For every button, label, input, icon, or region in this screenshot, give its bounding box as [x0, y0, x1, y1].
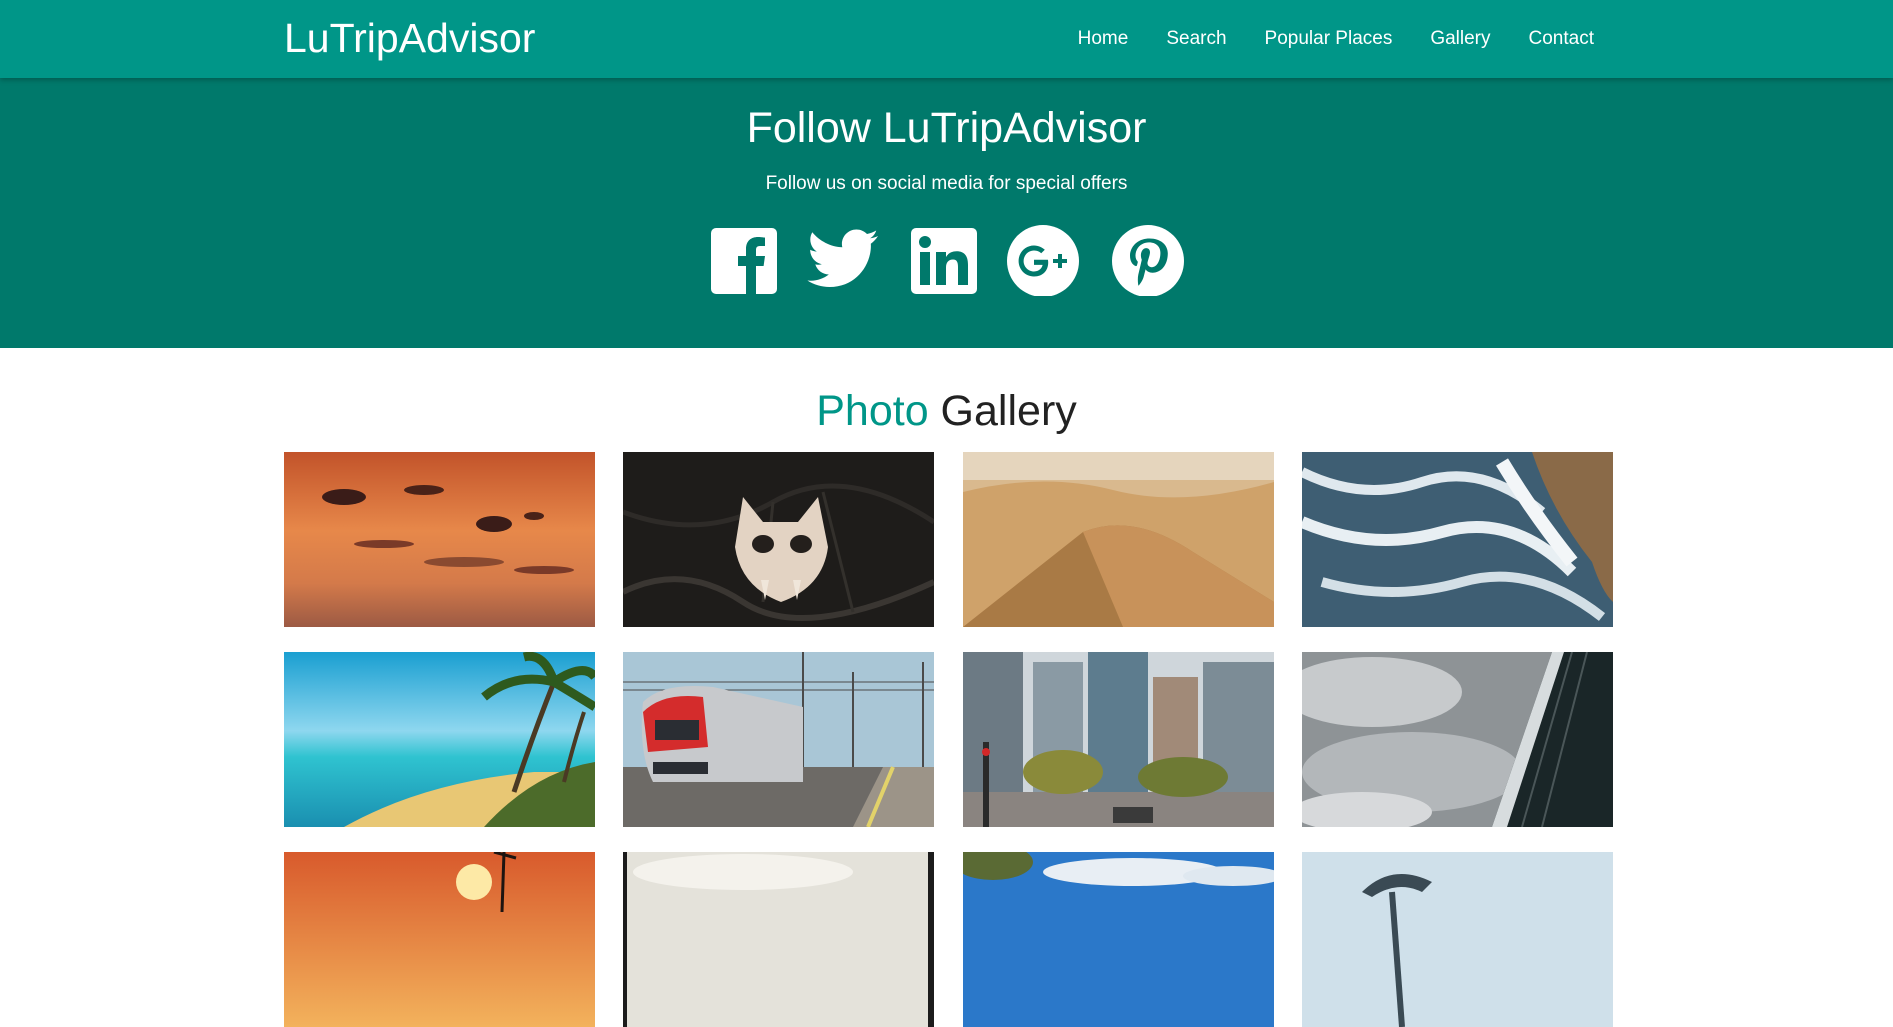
facebook-icon[interactable]	[710, 224, 778, 296]
nav-contact[interactable]: Contact	[1529, 28, 1594, 50]
gallery-title-rest: Gallery	[928, 387, 1077, 435]
social-icons	[0, 224, 1893, 296]
gallery-photo-palm-sunset[interactable]	[284, 852, 595, 1027]
gallery-title: Photo Gallery	[0, 386, 1893, 436]
nav-gallery[interactable]: Gallery	[1430, 28, 1490, 50]
nav-popular-places[interactable]: Popular Places	[1265, 28, 1393, 50]
social-banner: Follow LuTripAdvisor Follow us on social…	[0, 78, 1893, 348]
nav-home[interactable]: Home	[1078, 28, 1129, 50]
social-subtitle: Follow us on social media for special of…	[765, 173, 1128, 194]
google-plus-icon[interactable]	[1006, 224, 1080, 296]
gallery-photo-tropical-beach[interactable]	[284, 652, 595, 827]
twitter-icon[interactable]	[806, 224, 880, 296]
gallery-photo-cloudy-sky[interactable]	[623, 852, 934, 1027]
gallery-photo-desert-dunes[interactable]	[963, 452, 1274, 627]
pinterest-icon[interactable]	[1111, 224, 1185, 296]
gallery-photo-clouds-building[interactable]	[1302, 652, 1613, 827]
gallery-photo-skull-mask[interactable]	[623, 452, 934, 627]
gallery-photo-city-street[interactable]	[963, 652, 1274, 827]
gallery-photo-red-train[interactable]	[623, 652, 934, 827]
nav-links: Home Search Popular Places Gallery Conta…	[1040, 0, 1594, 78]
gallery-photo-sunset-clouds[interactable]	[284, 452, 595, 627]
brand-logo[interactable]: LuTripAdvisor	[284, 14, 535, 62]
social-title: Follow LuTripAdvisor	[746, 104, 1147, 152]
gallery-title-accent: Photo	[816, 387, 929, 435]
gallery-photo-modern-tower[interactable]	[1302, 852, 1613, 1027]
gallery-photo-ocean-waves[interactable]	[1302, 452, 1613, 627]
nav-search[interactable]: Search	[1166, 28, 1226, 50]
gallery-photo-blue-sky-tree[interactable]	[963, 852, 1274, 1027]
navbar: LuTripAdvisor Home Search Popular Places…	[0, 0, 1893, 78]
linkedin-icon[interactable]	[910, 224, 978, 296]
